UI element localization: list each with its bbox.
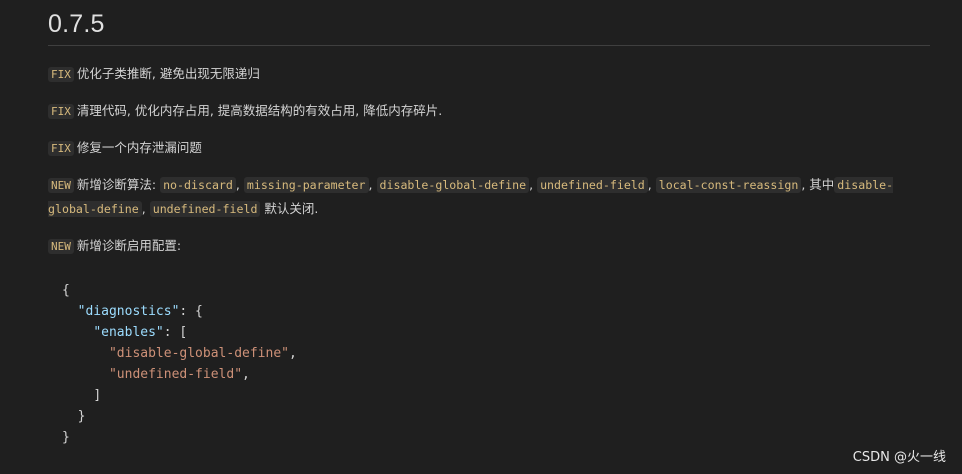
inline-code: undefined-field (149, 201, 261, 217)
separator: , (529, 177, 534, 192)
csdn-watermark: CSDN @火一线 (852, 450, 946, 465)
inline-code: disable-global-define (376, 177, 530, 193)
inline-code: no-discard (160, 177, 236, 193)
fix-tag: FIX (48, 141, 74, 156)
note-text: 清理代码, 优化内存占用, 提高数据结构的有效占用, 降低内存碎片. (76, 103, 443, 118)
separator: , (235, 177, 240, 192)
fix-tag: FIX (48, 67, 74, 82)
code-punct: } (62, 430, 70, 445)
note-lead-text: 新增诊断算法: (76, 177, 157, 192)
note-text: 新增诊断启用配置: (76, 238, 182, 253)
note-mid-text: , 其中 (801, 177, 835, 192)
code-line: { (62, 280, 930, 301)
code-line: "disable-global-define", (62, 343, 930, 364)
note-tail-text: 默认关闭. (264, 201, 319, 216)
inline-code: missing-parameter (243, 177, 369, 193)
code-line: "diagnostics": { (62, 301, 930, 322)
code-string: "disable-global-define" (108, 346, 289, 361)
new-tag: NEW (48, 178, 74, 193)
code-key: "diagnostics" (77, 304, 180, 319)
code-punct: , (288, 346, 297, 361)
inline-code: local-const-reassign (655, 177, 802, 193)
note-text: 修复一个内存泄漏问题 (76, 140, 202, 155)
note-fix-2: FIX 清理代码, 优化内存占用, 提高数据结构的有效占用, 降低内存碎片. (48, 99, 918, 123)
code-punct: { (62, 283, 70, 298)
note-text: 优化子类推断, 避免出现无限递归 (76, 66, 260, 81)
code-string: "undefined-field" (108, 367, 243, 382)
release-notes-page: 0.7.5 FIX 优化子类推断, 避免出现无限递归 FIX 清理代码, 优化内存占… (0, 0, 962, 474)
note-fix-3: FIX 修复一个内存泄漏问题 (48, 136, 918, 160)
new-tag: NEW (48, 239, 74, 254)
inline-code: undefined-field (537, 177, 648, 193)
code-line: } (62, 406, 930, 427)
note-new-1: NEW 新增诊断算法: no-discard, missing-parameter… (48, 173, 918, 221)
separator: , (141, 201, 146, 216)
fix-tag: FIX (48, 104, 74, 119)
code-line: ] (62, 385, 930, 406)
code-punct: : { (179, 304, 203, 319)
separator: , (647, 177, 652, 192)
code-line: } (62, 427, 930, 448)
code-punct: ] (93, 388, 102, 403)
code-line: "undefined-field", (62, 364, 930, 385)
code-punct: } (77, 409, 86, 424)
note-new-2: NEW 新增诊断启用配置: (48, 234, 918, 258)
code-punct: : [ (163, 325, 188, 340)
separator: , (368, 177, 373, 192)
version-heading: 0.7.5 (48, 10, 105, 38)
heading-divider (48, 45, 930, 46)
note-fix-1: FIX 优化子类推断, 避免出现无限递归 (48, 62, 918, 86)
config-code-block: { "diagnostics": { "enables": [ "disable… (48, 280, 930, 448)
code-line: "enables": [ (62, 322, 930, 343)
code-punct: , (242, 367, 250, 382)
code-key: "enables" (93, 325, 164, 340)
